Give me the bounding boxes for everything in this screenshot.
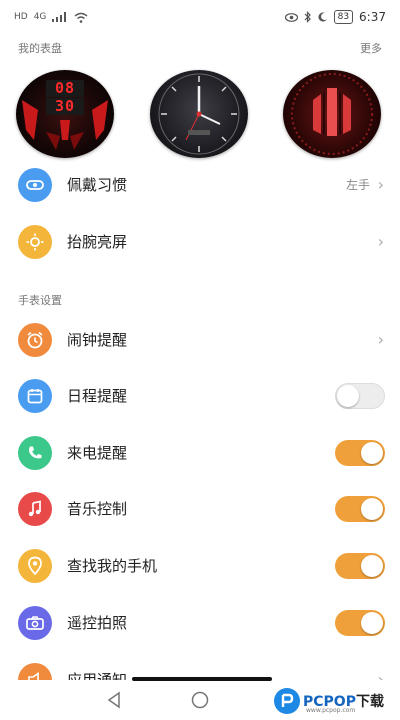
- row-schedule[interactable]: 日程提醒: [0, 368, 400, 424]
- faces-section-header: 我的表盘 更多: [18, 40, 382, 56]
- chevron-right-icon: ›: [377, 232, 384, 251]
- row-label: 音乐控制: [67, 500, 128, 518]
- watermark-logo-icon: [274, 688, 300, 714]
- eye-icon: [284, 12, 298, 22]
- watch-face-2[interactable]: [150, 70, 248, 158]
- row-label: 查找我的手机: [67, 557, 158, 575]
- row-label: 闹钟提醒: [67, 331, 128, 349]
- row-wear-habit[interactable]: 佩戴习惯 左手 ›: [0, 157, 400, 213]
- row-music-control[interactable]: 音乐控制: [0, 481, 400, 537]
- home-icon[interactable]: [190, 690, 210, 710]
- signal-label-hd: HD: [14, 12, 28, 22]
- watch-face-carousel: 08 30: [0, 70, 400, 160]
- row-label: 遥控拍照: [67, 614, 128, 632]
- watch-settings-title: 手表设置: [18, 294, 62, 307]
- home-indicator[interactable]: [132, 677, 272, 681]
- row-raise-to-wake[interactable]: 抬腕亮屏 ›: [0, 214, 400, 270]
- watch-face-3-art: [291, 73, 373, 155]
- row-value: 左手: [345, 178, 370, 192]
- toggle-knob: [361, 555, 383, 577]
- chevron-right-icon: ›: [377, 175, 384, 194]
- watch-face-1-hour: 08: [46, 80, 84, 97]
- row-remote-camera[interactable]: 遥控拍照: [0, 595, 400, 651]
- watch-face-3[interactable]: [283, 70, 381, 158]
- row-alarm[interactable]: 闹钟提醒 ›: [0, 312, 400, 368]
- schedule-toggle[interactable]: [335, 383, 385, 409]
- wifi-icon: [74, 12, 88, 23]
- signal-icon: [52, 12, 67, 22]
- bluetooth-icon: [304, 11, 311, 23]
- row-find-phone[interactable]: 查找我的手机: [0, 538, 400, 594]
- signal-label-4g: 4G: [33, 12, 47, 22]
- watermark: PCPOP下载 www.pcpop.com: [274, 684, 398, 718]
- toggle-knob: [361, 612, 383, 634]
- row-incoming-call[interactable]: 来电提醒: [0, 425, 400, 481]
- sun-icon: [18, 225, 52, 259]
- phone-icon: [18, 436, 52, 470]
- battery-indicator: 83: [333, 10, 354, 24]
- row-label: 抬腕亮屏: [67, 233, 128, 251]
- faces-section-title: 我的表盘: [18, 42, 62, 55]
- camera-icon: [18, 606, 52, 640]
- moon-icon: [318, 12, 327, 22]
- toggle-knob: [361, 442, 383, 464]
- watch-settings-header: 手表设置: [18, 292, 382, 308]
- calendar-icon: [18, 379, 52, 413]
- watermark-sub: www.pcpop.com: [306, 707, 356, 714]
- toggle-knob: [361, 498, 383, 520]
- incoming-call-toggle[interactable]: [335, 440, 385, 466]
- chevron-right-icon: ›: [377, 330, 384, 349]
- watch-face-2-art: [158, 73, 240, 155]
- back-icon[interactable]: [104, 690, 124, 710]
- find-phone-toggle[interactable]: [335, 553, 385, 579]
- location-icon: [18, 549, 52, 583]
- music-control-toggle[interactable]: [335, 496, 385, 522]
- watch-face-1[interactable]: 08 30: [16, 70, 114, 158]
- toggle-knob: [337, 385, 359, 407]
- status-time: 6:37: [359, 10, 386, 24]
- faces-more-link[interactable]: 更多: [360, 40, 382, 56]
- remote-camera-toggle[interactable]: [335, 610, 385, 636]
- wrist-icon: [18, 168, 52, 202]
- row-label: 日程提醒: [67, 387, 128, 405]
- alarm-icon: [18, 323, 52, 357]
- row-label: 佩戴习惯: [67, 176, 128, 194]
- status-bar: HD 4G 83 6:37: [0, 0, 400, 34]
- row-label: 来电提醒: [67, 444, 128, 462]
- watch-face-1-minute: 30: [46, 98, 84, 115]
- music-icon: [18, 492, 52, 526]
